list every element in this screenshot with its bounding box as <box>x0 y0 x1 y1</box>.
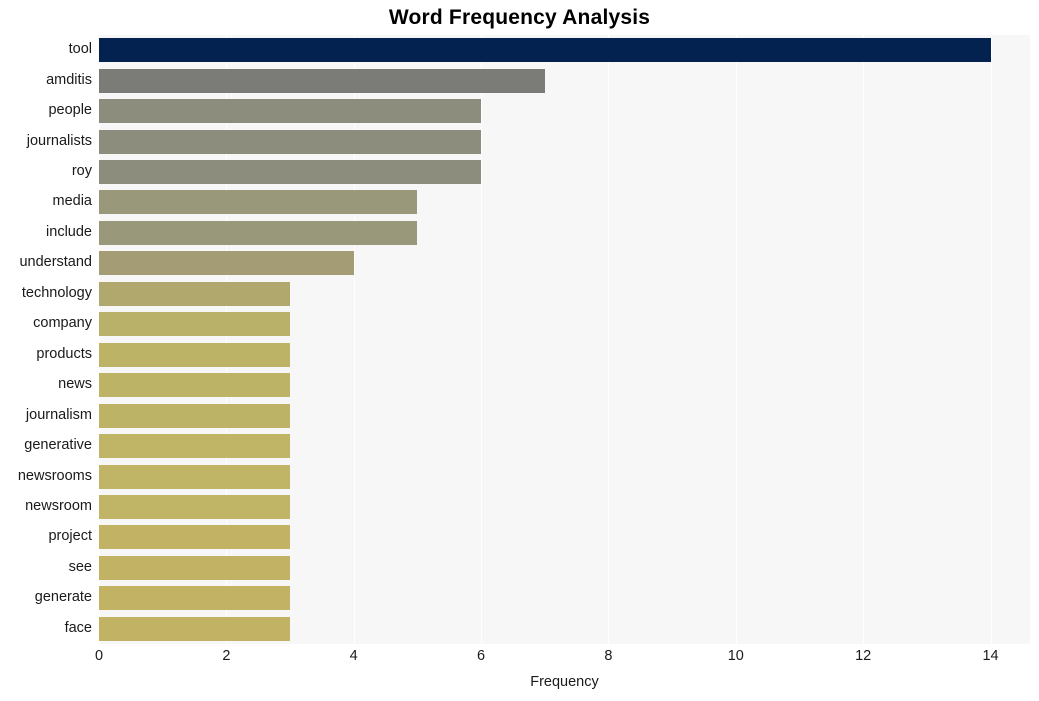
bar[interactable] <box>99 403 291 428</box>
gridline-x-10 <box>735 35 737 644</box>
x-tick-label: 2 <box>222 648 231 664</box>
bar[interactable] <box>99 220 418 245</box>
bar-fill <box>99 251 354 276</box>
bar[interactable] <box>99 434 291 459</box>
bar[interactable] <box>99 312 291 337</box>
y-tick-label: face <box>64 619 92 636</box>
bar[interactable] <box>99 494 291 519</box>
bar-fill <box>99 403 291 428</box>
chart-title: Word Frequency Analysis <box>388 6 651 29</box>
gridline-x-4 <box>353 35 355 644</box>
x-tick-label: 8 <box>604 648 613 664</box>
y-tick-label: media <box>52 193 93 210</box>
y-tick-label: people <box>48 102 92 119</box>
gridline-x-0 <box>99 35 100 644</box>
bar[interactable] <box>99 281 291 306</box>
bar-fill <box>99 99 482 124</box>
y-tick-label: journalists <box>26 132 92 149</box>
bar-fill <box>99 38 991 63</box>
x-tick-label: 14 <box>982 648 999 664</box>
y-tick-label: newsrooms <box>17 467 92 484</box>
bar-fill <box>99 586 291 611</box>
bar-fill <box>99 373 291 398</box>
y-tick-label: products <box>36 345 92 362</box>
bar[interactable] <box>99 99 482 124</box>
gridline-x-14 <box>990 35 992 644</box>
y-tick-label: tool <box>68 41 92 58</box>
gridline-x-2 <box>226 35 228 644</box>
bar[interactable] <box>99 464 291 489</box>
bar-fill <box>99 68 545 93</box>
bar[interactable] <box>99 616 291 641</box>
y-tick-label: journalism <box>25 406 92 423</box>
bar-fill <box>99 342 291 367</box>
bar-fill <box>99 555 291 580</box>
y-axis-tick-labels: tool amditis people journalists roy media incl… <box>0 35 92 644</box>
bar[interactable] <box>99 160 482 185</box>
y-tick-label: generative <box>24 437 92 454</box>
bar[interactable] <box>99 38 991 63</box>
x-tick-label: 12 <box>855 648 872 664</box>
bar-fill <box>99 160 482 185</box>
bar-fill <box>99 220 418 245</box>
y-tick-label: include <box>46 223 92 240</box>
bar-fill <box>99 464 291 489</box>
y-tick-label: news <box>58 376 92 393</box>
bar[interactable] <box>99 68 545 93</box>
bar-fill <box>99 190 418 215</box>
chart-figure: Word Frequency Analysis tool amditis peopl… <box>0 0 1039 701</box>
y-tick-label: company <box>33 315 92 332</box>
x-tick-label: 10 <box>727 648 744 664</box>
y-tick-label: newsroom <box>25 497 92 514</box>
x-axis-tick-labels: 0 2 4 6 8 10 12 14 <box>95 648 1030 670</box>
bar[interactable] <box>99 525 291 550</box>
y-tick-label: project <box>48 528 92 545</box>
bar-fill <box>99 281 291 306</box>
bar-fill <box>99 312 291 337</box>
bar[interactable] <box>99 190 418 215</box>
x-axis-title: Frequency <box>530 674 599 690</box>
bar[interactable] <box>99 373 291 398</box>
plot-area <box>99 35 1030 644</box>
bar[interactable] <box>99 129 482 154</box>
y-tick-label: generate <box>34 589 92 606</box>
bar[interactable] <box>99 251 354 276</box>
bar-fill <box>99 616 291 641</box>
bar[interactable] <box>99 555 291 580</box>
y-tick-label: roy <box>71 163 92 180</box>
bar[interactable] <box>99 586 291 611</box>
bar[interactable] <box>99 342 291 367</box>
gridline-x-12 <box>863 35 865 644</box>
gridline-x-6 <box>481 35 483 644</box>
bar-fill <box>99 525 291 550</box>
bar-fill <box>99 434 291 459</box>
x-tick-label: 4 <box>349 648 358 664</box>
y-tick-label: amditis <box>46 71 92 88</box>
bar-fill <box>99 129 482 154</box>
x-tick-label: 6 <box>477 648 486 664</box>
y-tick-label: understand <box>19 254 92 271</box>
x-tick-label: 0 <box>94 648 104 664</box>
y-tick-label: technology <box>21 284 92 301</box>
gridline-x-8 <box>608 35 610 644</box>
y-tick-label: see <box>68 558 92 575</box>
bar-fill <box>99 494 291 519</box>
